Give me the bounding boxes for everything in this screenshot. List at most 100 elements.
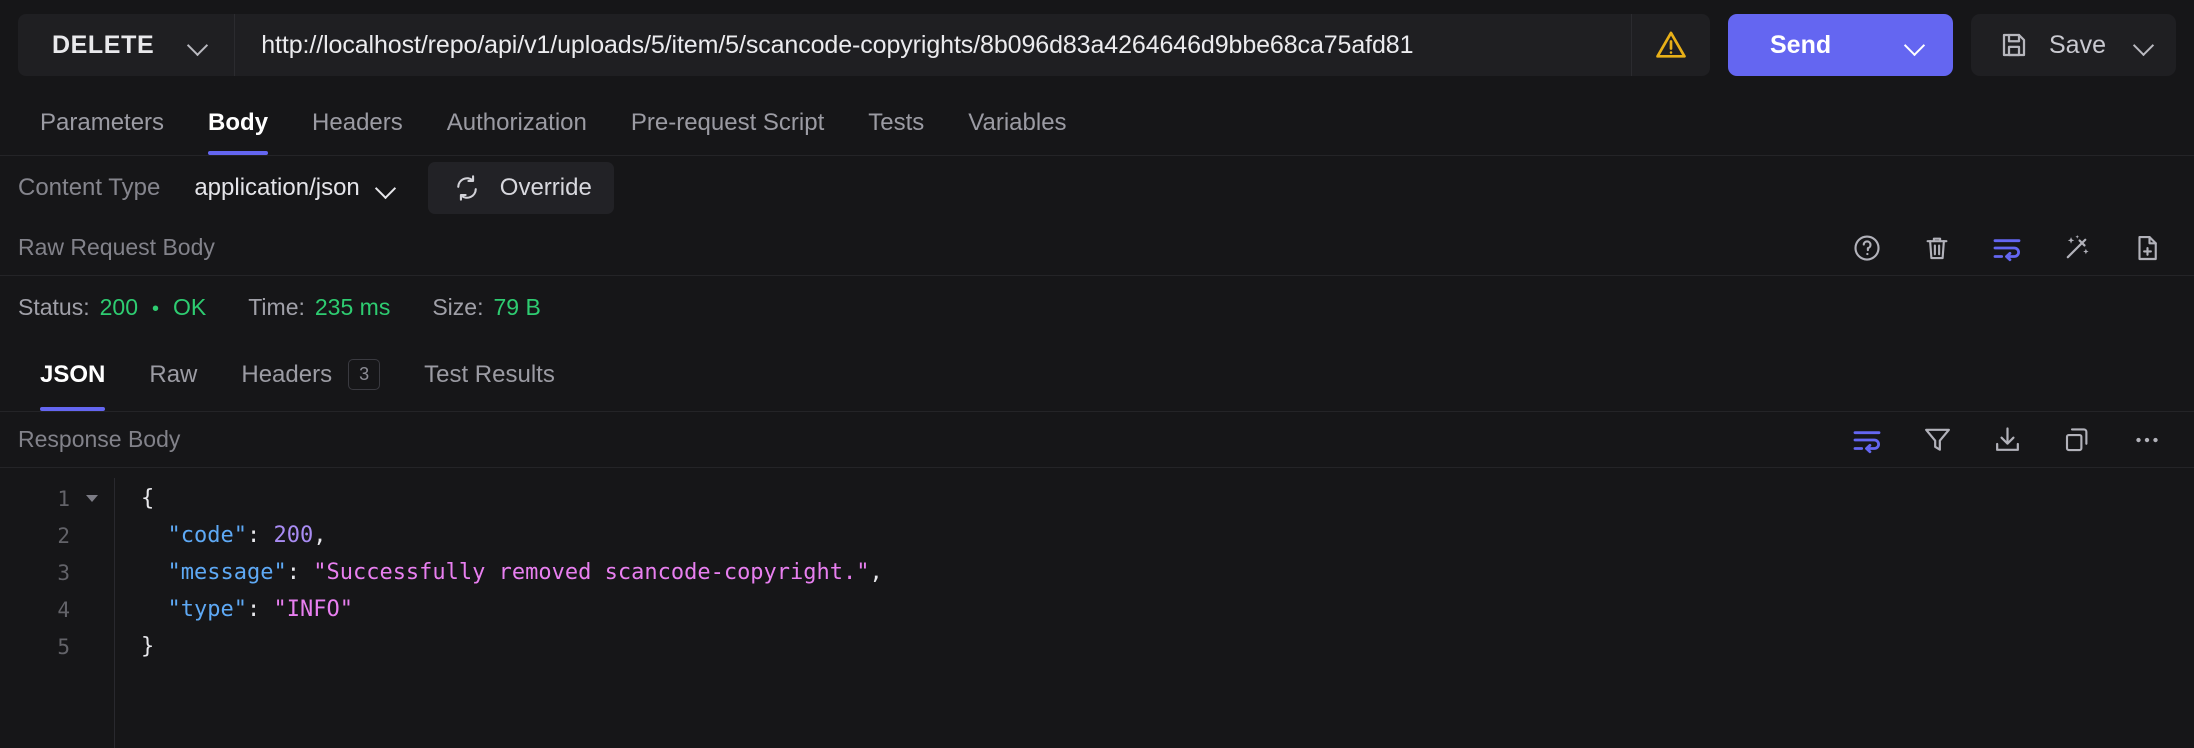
tab-variables[interactable]: Variables (946, 90, 1088, 155)
tab-parameters-label: Parameters (40, 108, 165, 136)
tab-headers-label: Headers (312, 108, 403, 136)
line-number: 1 (57, 486, 70, 511)
status-text: OK (173, 293, 207, 320)
tab-pre-request-script[interactable]: Pre-request Script (609, 90, 846, 155)
response-tab-headers-label: Headers (241, 360, 333, 388)
magic-wand-beautify-icon[interactable] (2060, 231, 2094, 265)
response-status-row: Status: 200 • OK Time: 235 ms Size: 79 B (0, 276, 2194, 338)
tab-parameters[interactable]: Parameters (18, 90, 186, 155)
code-line: "message": "Successfully removed scancod… (141, 554, 2194, 591)
headers-count-badge: 3 (348, 358, 381, 391)
http-method-label: DELETE (52, 30, 155, 59)
override-button[interactable]: Override (427, 162, 614, 214)
content-type-label: Content Type (18, 174, 161, 201)
override-button-label: Override (499, 174, 592, 201)
code-token: { (141, 486, 155, 511)
content-type-value: application/json (194, 174, 360, 201)
response-body-bar: Response Body (0, 412, 2194, 468)
raw-request-body-title: Raw Request Body (18, 234, 215, 260)
code-line: "type": "INFO" (141, 591, 2194, 628)
content-type-row: Content Type application/json Override (0, 156, 2194, 220)
line-number-row: 2 (0, 517, 114, 554)
send-button[interactable]: Send (1728, 14, 1953, 76)
tab-pre-request-script-label: Pre-request Script (630, 108, 825, 136)
line-number-row: 5 (0, 628, 114, 665)
tab-tests[interactable]: Tests (846, 90, 946, 155)
response-body-title: Response Body (18, 426, 181, 452)
response-tab-test-results-label: Test Results (424, 360, 555, 388)
filter-funnel-icon[interactable] (1920, 423, 1954, 457)
size-label: Size: (432, 293, 484, 320)
chevron-down-icon (376, 178, 396, 198)
line-number: 4 (57, 597, 70, 622)
time-value: 235 ms (314, 293, 391, 320)
response-size: Size: 79 B (432, 294, 540, 321)
code-token: "message" (167, 560, 287, 585)
tab-authorization[interactable]: Authorization (425, 90, 609, 155)
code-token: : (246, 597, 274, 622)
code-token: , (869, 560, 883, 585)
raw-request-body-bar: Raw Request Body (0, 220, 2194, 276)
time-label: Time: (248, 293, 305, 320)
raw-request-body-toolbar (1850, 231, 2176, 265)
code-token: } (141, 634, 155, 659)
size-value: 79 B (493, 293, 541, 320)
code-token: : (286, 560, 314, 585)
save-button[interactable]: Save (1971, 14, 2176, 76)
copy-icon[interactable] (2060, 423, 2094, 457)
fold-toggle-icon[interactable] (84, 495, 100, 502)
status-label: Status: (18, 293, 90, 320)
response-time: Time: 235 ms (248, 294, 390, 321)
response-tab-headers[interactable]: Headers 3 (219, 338, 402, 411)
status-separator: • (151, 297, 159, 320)
code-token: "Successfully removed scancode-copyright… (313, 560, 870, 585)
response-body-toolbar (1850, 423, 2176, 457)
tab-headers[interactable]: Headers (290, 90, 425, 155)
status-code: 200 (99, 293, 138, 320)
status-badge: Status: 200 • OK (18, 294, 206, 321)
code-line: "code": 200, (141, 517, 2194, 554)
response-tab-raw[interactable]: Raw (127, 338, 219, 411)
json-code-lines[interactable]: { "code": 200, "message": "Successfully … (115, 478, 2194, 748)
content-type-dropdown[interactable]: application/json (182, 168, 405, 208)
word-wrap-icon[interactable] (1850, 423, 1884, 457)
code-token: "INFO" (273, 597, 353, 622)
url-text: http://localhost/repo/api/v1/uploads/5/i… (261, 30, 1414, 59)
http-method-dropdown[interactable]: DELETE (18, 14, 236, 76)
send-button-label: Send (1770, 30, 1832, 59)
download-icon[interactable] (1990, 423, 2024, 457)
request-url-bar: DELETE http://localhost/repo/api/v1/uplo… (0, 0, 2194, 90)
tab-body[interactable]: Body (186, 90, 290, 155)
request-tabs: Parameters Body Headers Authorization Pr… (0, 90, 2194, 156)
line-number-gutter: 1 2 3 4 5 (0, 478, 115, 748)
help-circle-icon[interactable] (1850, 231, 1884, 265)
response-json-viewer[interactable]: 1 2 3 4 5 { "code": 200, "message": "Suc… (0, 468, 2194, 748)
code-token: "code" (167, 523, 247, 548)
code-token: , (313, 523, 327, 548)
tab-variables-label: Variables (968, 108, 1067, 136)
trash-delete-icon[interactable] (1920, 231, 1954, 265)
code-token: "type" (167, 597, 247, 622)
line-number: 5 (57, 634, 70, 659)
send-chevron-down-icon[interactable] (1905, 35, 1925, 55)
code-line: { (141, 480, 2194, 517)
save-disk-icon (1997, 28, 2031, 62)
code-line: } (141, 628, 2194, 665)
api-client-window: DELETE http://localhost/repo/api/v1/uplo… (0, 0, 2194, 748)
response-tabs: JSON Raw Headers 3 Test Results (0, 338, 2194, 412)
more-options-icon[interactable] (2130, 423, 2164, 457)
code-token: : (246, 523, 274, 548)
response-tab-test-results[interactable]: Test Results (402, 338, 577, 411)
response-tab-json-label: JSON (40, 360, 106, 388)
warning-triangle-icon[interactable] (1632, 14, 1710, 76)
file-add-icon[interactable] (2130, 231, 2164, 265)
save-chevron-down-icon[interactable] (2134, 35, 2154, 55)
tab-tests-label: Tests (868, 108, 925, 136)
line-number: 2 (57, 523, 70, 548)
save-button-label: Save (2049, 30, 2106, 59)
response-tab-json[interactable]: JSON (18, 338, 127, 411)
url-input[interactable]: http://localhost/repo/api/v1/uploads/5/i… (235, 14, 1632, 76)
word-wrap-icon[interactable] (1990, 231, 2024, 265)
